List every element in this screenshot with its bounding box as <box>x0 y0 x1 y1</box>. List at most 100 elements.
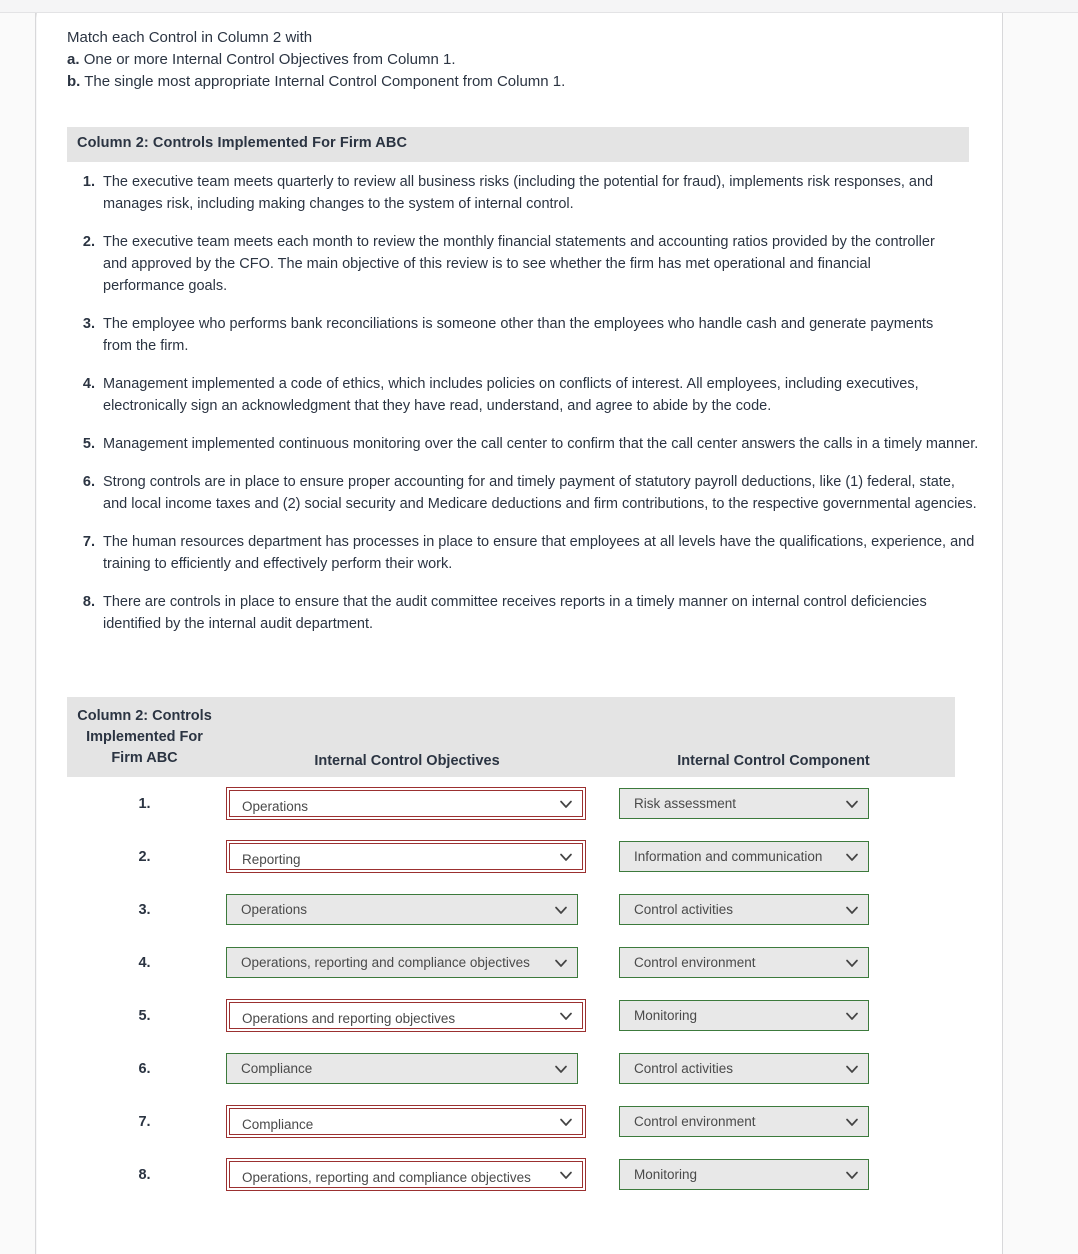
component-select-value: Control environment <box>634 955 756 970</box>
objective-cell: Compliance <box>222 1053 592 1084</box>
table-row: 2. Reporting Information and communication <box>67 830 955 883</box>
component-cell: Control activities <box>592 1053 955 1084</box>
objective-cell: Compliance <box>222 1105 592 1138</box>
objective-cell: Operations <box>222 787 592 820</box>
chevron-down-icon <box>560 800 572 808</box>
control-item-number: 7. <box>82 534 95 550</box>
chevron-down-icon <box>846 1012 858 1020</box>
component-select-value: Control activities <box>634 1061 734 1076</box>
objective-select[interactable]: Reporting <box>226 840 586 873</box>
control-item: 1. The executive team meets quarterly to … <box>67 171 987 215</box>
component-select-value: Monitoring <box>634 1008 698 1023</box>
component-cell: Information and communication <box>592 841 955 872</box>
chevron-down-icon <box>560 1118 572 1126</box>
objective-select[interactable]: Compliance <box>226 1053 578 1084</box>
objective-select-value: Operations and reporting objectives <box>242 1011 456 1026</box>
row-number: 2. <box>138 848 151 865</box>
objective-select-value: Operations, reporting and compliance obj… <box>242 1170 531 1185</box>
objective-cell: Operations, reporting and compliance obj… <box>222 947 592 978</box>
table-row: 4. Operations, reporting and compliance o… <box>67 936 955 989</box>
control-item: 4. Management implemented a code of ethic… <box>67 373 987 417</box>
objective-select-inner: Reporting <box>229 843 583 870</box>
objective-select-value: Operations, reporting and compliance obj… <box>241 955 530 970</box>
objective-cell: Operations <box>222 894 592 925</box>
objective-select-inner: Operations and reporting objectives <box>229 1002 583 1029</box>
component-select[interactable]: Risk assessment <box>619 788 869 819</box>
objective-cell: Operations, reporting and compliance obj… <box>222 1158 592 1191</box>
objective-select-value: Reporting <box>242 852 301 867</box>
component-cell: Monitoring <box>592 1159 955 1190</box>
chevron-down-icon <box>846 1118 858 1126</box>
control-item-number: 4. <box>82 376 95 392</box>
row-number: 3. <box>138 901 151 918</box>
chevron-down-icon <box>846 1065 858 1073</box>
control-item: 3. The employee who performs bank reconci… <box>67 313 987 357</box>
objective-select[interactable]: Operations and reporting objectives <box>226 999 586 1032</box>
control-item-text: There are controls in place to ensure th… <box>103 594 927 632</box>
table-row: 5. Operations and reporting objectives Mon… <box>67 989 955 1042</box>
component-select-value: Monitoring <box>634 1167 698 1182</box>
objective-select-inner: Operations <box>229 790 583 817</box>
component-select-value: Control environment <box>634 1114 756 1129</box>
instruction-label-b: b. <box>67 73 81 90</box>
row-number: 8. <box>138 1166 151 1183</box>
control-item: 2. The executive team meets each month to… <box>67 231 987 297</box>
chevron-down-icon <box>846 800 858 808</box>
component-select[interactable]: Control activities <box>619 1053 869 1084</box>
question-page: Match each Control in Column 2 with a. O… <box>37 13 1002 1254</box>
component-select[interactable]: Information and communication <box>619 841 869 872</box>
control-item-text: The executive team meets quarterly to re… <box>103 174 934 212</box>
header-col-controls-line1: Column 2: Controls <box>77 708 212 724</box>
chevron-down-icon <box>846 1171 858 1179</box>
table-row: 3. Operations Control activities <box>67 883 955 936</box>
chevron-down-icon <box>560 1171 572 1179</box>
instruction-text-a: One or more Internal Control Objectives … <box>83 51 456 68</box>
matching-rows: 1. Operations Risk assessment 2. Reporting In… <box>67 777 955 1201</box>
component-select[interactable]: Control environment <box>619 947 869 978</box>
component-select[interactable]: Monitoring <box>619 1159 869 1190</box>
control-item-text: The employee who performs bank reconcili… <box>103 316 934 354</box>
objective-select[interactable]: Operations <box>226 787 586 820</box>
objective-select[interactable]: Operations <box>226 894 578 925</box>
objective-select-inner: Operations, reporting and compliance obj… <box>229 1161 583 1188</box>
component-select[interactable]: Control activities <box>619 894 869 925</box>
component-select-value: Risk assessment <box>634 796 737 811</box>
instruction-text-b: The single most appropriate Internal Con… <box>84 73 566 90</box>
control-item-text: Management implemented a code of ethics,… <box>103 376 919 414</box>
table-row: 8. Operations, reporting and compliance o… <box>67 1148 955 1201</box>
chevron-down-icon <box>555 1065 567 1073</box>
control-item-text: The human resources department has proce… <box>103 534 975 572</box>
instructions: Match each Control in Column 2 with a. O… <box>67 27 967 93</box>
row-number: 1. <box>138 795 151 812</box>
control-item-number: 2. <box>82 234 95 250</box>
header-col-component: Internal Control Component <box>677 753 870 769</box>
objective-select[interactable]: Operations, reporting and compliance obj… <box>226 947 578 978</box>
row-number: 6. <box>138 1060 151 1077</box>
component-select[interactable]: Monitoring <box>619 1000 869 1031</box>
component-cell: Control activities <box>592 894 955 925</box>
control-item-text: Management implemented continuous monito… <box>103 436 979 452</box>
objective-select[interactable]: Operations, reporting and compliance obj… <box>226 1158 586 1191</box>
control-item: 6. Strong controls are in place to ensure… <box>67 471 987 515</box>
matching-table-header: Column 2: Controls Implemented For Firm … <box>67 697 955 777</box>
component-select-value: Information and communication <box>634 849 823 864</box>
chevron-down-icon <box>846 906 858 914</box>
chevron-down-icon <box>560 1012 572 1020</box>
control-item-number: 1. <box>82 174 95 190</box>
control-item: 5. Management implemented continuous moni… <box>67 433 987 455</box>
control-item-text: Strong controls are in place to ensure p… <box>103 474 977 512</box>
objective-cell: Operations and reporting objectives <box>222 999 592 1032</box>
control-item-number: 3. <box>82 316 95 332</box>
chevron-down-icon <box>555 959 567 967</box>
row-number: 4. <box>138 954 151 971</box>
controls-list: 1. The executive team meets quarterly to … <box>67 171 987 651</box>
objective-select-inner: Compliance <box>229 1108 583 1135</box>
objective-select[interactable]: Compliance <box>226 1105 586 1138</box>
control-item-number: 5. <box>82 436 95 452</box>
objective-select-value: Compliance <box>241 1061 313 1076</box>
objective-cell: Reporting <box>222 840 592 873</box>
component-select-value: Control activities <box>634 902 734 917</box>
header-col-controls: Column 2: Controls Implemented For Firm … <box>67 706 222 777</box>
header-col-controls-line3: Firm ABC <box>111 750 178 766</box>
component-select[interactable]: Control environment <box>619 1106 869 1137</box>
